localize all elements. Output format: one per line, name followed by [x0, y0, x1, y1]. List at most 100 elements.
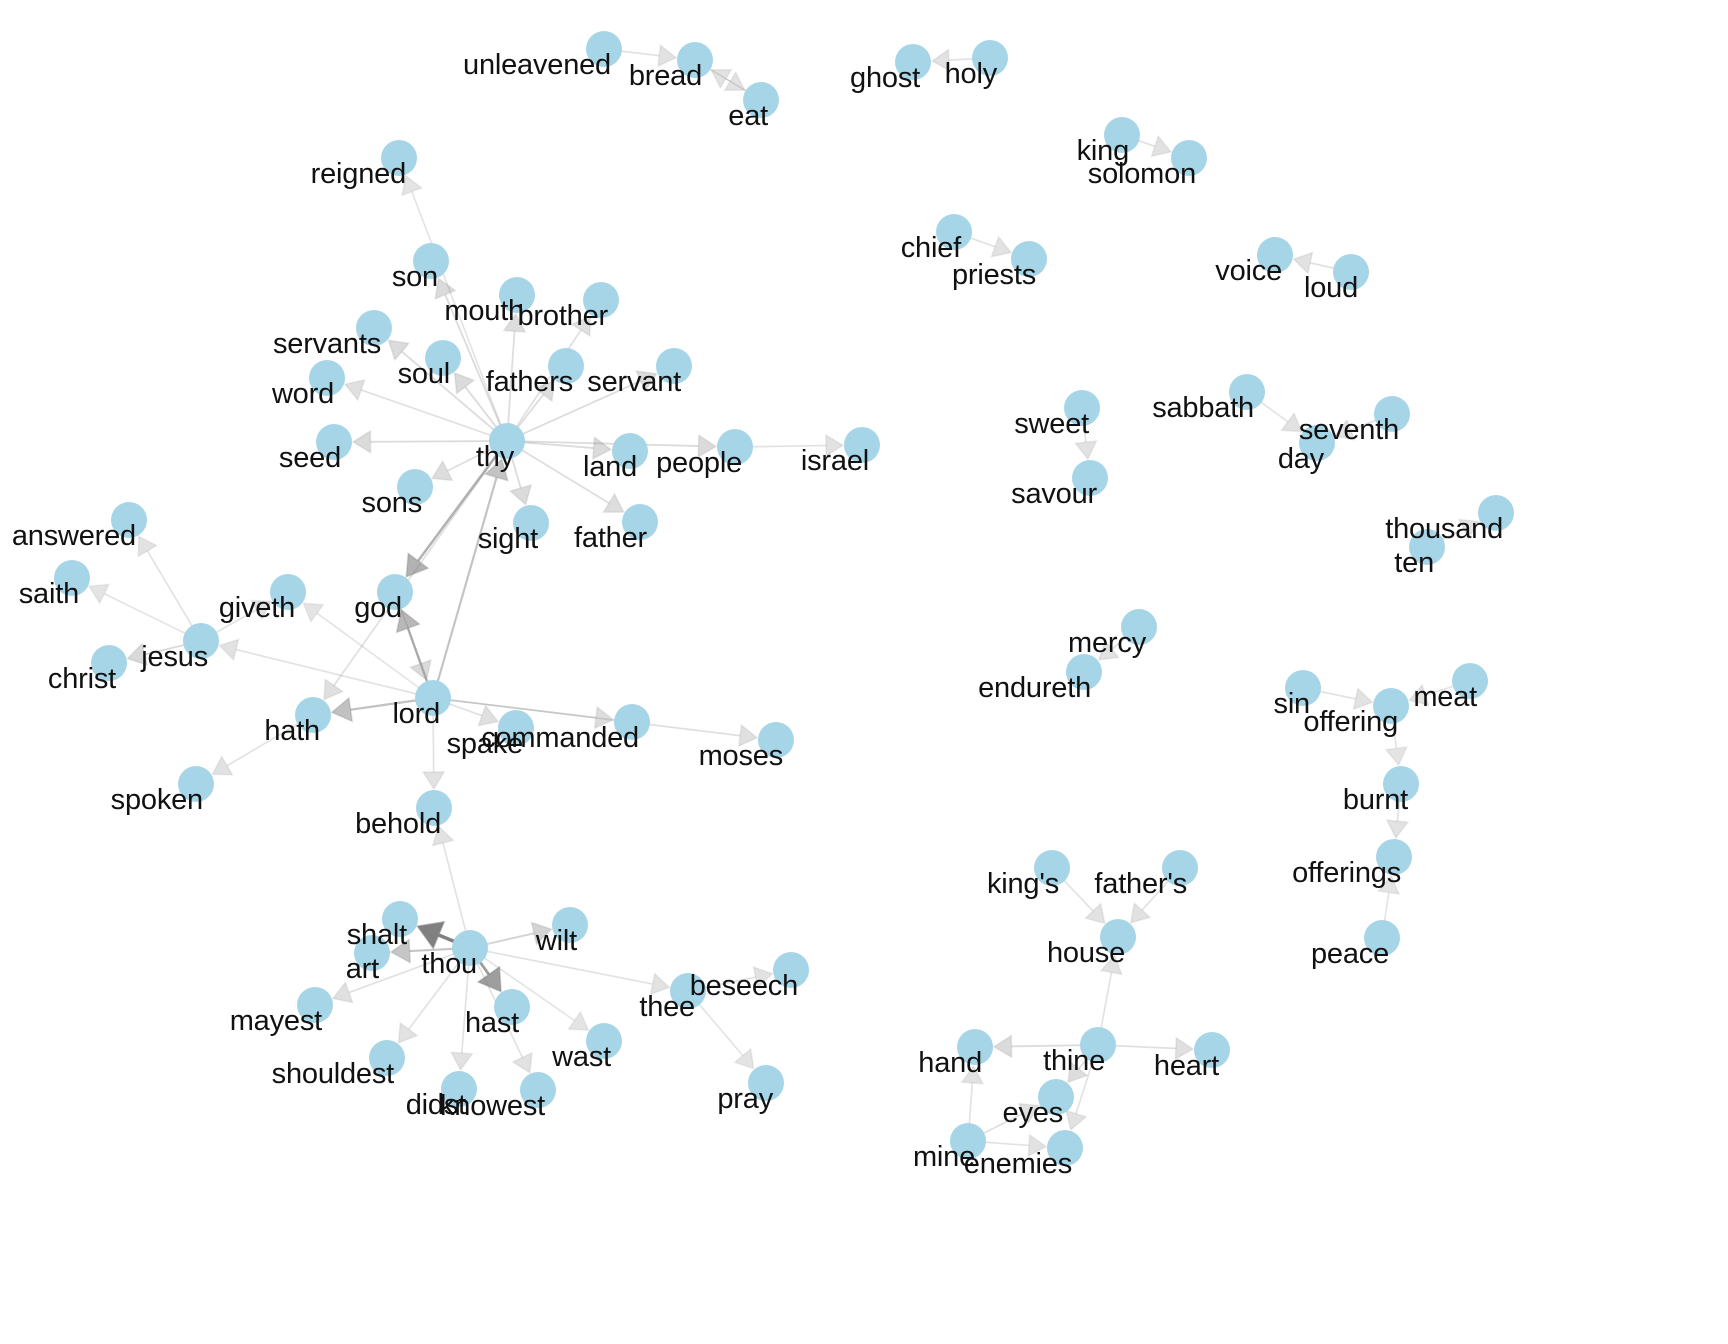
- graph-node-lord[interactable]: [415, 680, 451, 716]
- graph-node-meat[interactable]: [1452, 663, 1488, 699]
- graph-edge: [431, 477, 498, 699]
- graph-node-mine[interactable]: [950, 1123, 986, 1159]
- graph-node-art[interactable]: [354, 935, 390, 971]
- graph-node-father[interactable]: [622, 504, 658, 540]
- graph-node-sight[interactable]: [513, 505, 549, 541]
- graph-node-hath[interactable]: [295, 697, 331, 733]
- graph-node-sabbath[interactable]: [1229, 374, 1265, 410]
- graph-node-priests[interactable]: [1011, 241, 1047, 277]
- graph-node-servants[interactable]: [356, 310, 392, 346]
- graph-edge-arrowhead: [477, 704, 500, 727]
- graph-edge-arrowhead: [992, 1034, 1013, 1059]
- graph-edge-arrowhead: [331, 980, 354, 1004]
- graph-node-thou[interactable]: [452, 930, 488, 966]
- graph-node-enemies[interactable]: [1047, 1130, 1083, 1166]
- graph-node-jesus[interactable]: [183, 623, 219, 659]
- graph-node-ten[interactable]: [1409, 529, 1445, 565]
- graph-node-heart[interactable]: [1194, 1032, 1230, 1068]
- graph-node-mouth[interactable]: [499, 277, 535, 313]
- graph-node-thousand[interactable]: [1478, 495, 1514, 531]
- graph-node-savour[interactable]: [1072, 460, 1108, 496]
- graph-node-eat[interactable]: [743, 82, 779, 118]
- graph-node-servant[interactable]: [656, 348, 692, 384]
- graph-edge-arrowhead: [591, 435, 613, 461]
- graph-node-offering[interactable]: [1373, 688, 1409, 724]
- graph-node-thine[interactable]: [1080, 1027, 1116, 1063]
- graph-edge-arrowhead: [1064, 1109, 1088, 1132]
- graph-node-sons[interactable]: [397, 469, 433, 505]
- graph-node-mayest[interactable]: [297, 987, 333, 1023]
- graph-node-ghost[interactable]: [895, 44, 931, 80]
- graph-node-answered[interactable]: [111, 502, 147, 538]
- graph-node-unleavened[interactable]: [586, 31, 622, 67]
- graph-edge-arrowhead: [389, 938, 412, 965]
- graph-node-sin[interactable]: [1285, 670, 1321, 706]
- graph-node-peace[interactable]: [1364, 920, 1400, 956]
- graph-node-god[interactable]: [377, 574, 413, 610]
- graph-node-saith[interactable]: [54, 560, 90, 596]
- graph-node-reigned[interactable]: [381, 140, 417, 176]
- graph-node-endureth[interactable]: [1066, 654, 1102, 690]
- graph-node-seventh[interactable]: [1374, 396, 1410, 432]
- graph-node-spake[interactable]: [498, 710, 534, 746]
- nodes-layer: [54, 31, 1514, 1166]
- graph-node-king-s[interactable]: [1034, 850, 1070, 886]
- graph-edge-arrowhead: [567, 1010, 590, 1032]
- graph-node-thy[interactable]: [489, 423, 525, 459]
- graph-node-land[interactable]: [612, 433, 648, 469]
- network-graph-canvas: unleavened bread eat ghost holy king solomon re…: [0, 0, 1728, 1344]
- graph-node-burnt[interactable]: [1383, 766, 1419, 802]
- graph-edge-arrowhead: [1073, 439, 1098, 461]
- graph-node-commanded[interactable]: [614, 704, 650, 740]
- graph-node-bread[interactable]: [677, 42, 713, 78]
- graph-edge-arrowhead: [533, 379, 556, 403]
- graph-node-behold[interactable]: [416, 790, 452, 826]
- graph-node-israel[interactable]: [844, 427, 880, 463]
- graph-node-sweet[interactable]: [1064, 390, 1100, 426]
- graph-node-voice[interactable]: [1257, 237, 1293, 273]
- graph-edge-arrowhead: [1174, 1036, 1195, 1061]
- graph-edge-arrowhead: [1129, 901, 1152, 924]
- graph-node-moses[interactable]: [758, 722, 794, 758]
- graph-node-chief[interactable]: [936, 214, 972, 250]
- graph-node-pray[interactable]: [748, 1065, 784, 1101]
- graph-node-day[interactable]: [1299, 425, 1335, 461]
- graph-node-hast[interactable]: [494, 989, 530, 1025]
- graph-node-eyes[interactable]: [1038, 1079, 1074, 1115]
- graph-node-soul[interactable]: [425, 340, 461, 376]
- graph-node-king[interactable]: [1104, 117, 1140, 153]
- graph-node-brother[interactable]: [583, 282, 619, 318]
- graph-node-knowest[interactable]: [520, 1072, 556, 1108]
- graph-node-fathers[interactable]: [548, 348, 584, 384]
- graph-node-christ[interactable]: [91, 645, 127, 681]
- graph-node-thee[interactable]: [670, 973, 706, 1009]
- graph-node-solomon[interactable]: [1171, 140, 1207, 176]
- graph-node-offerings[interactable]: [1376, 839, 1412, 875]
- graph-node-loud[interactable]: [1333, 254, 1369, 290]
- graph-node-word[interactable]: [309, 360, 345, 396]
- graph-node-shouldest[interactable]: [369, 1040, 405, 1076]
- graph-node-didst[interactable]: [441, 1071, 477, 1107]
- graph-edge-arrowhead: [1066, 1060, 1089, 1084]
- graph-node-beseech[interactable]: [773, 952, 809, 988]
- graph-node-giveth[interactable]: [270, 574, 306, 610]
- graph-node-seed[interactable]: [316, 424, 352, 460]
- graph-node-mercy[interactable]: [1121, 609, 1157, 645]
- graph-node-wilt[interactable]: [552, 907, 588, 943]
- graph-edge-arrowhead: [649, 972, 671, 996]
- graph-node-father-s[interactable]: [1162, 850, 1198, 886]
- graph-edge-arrowhead: [960, 1064, 985, 1085]
- graph-edge-arrowhead: [137, 535, 159, 558]
- graph-node-hand[interactable]: [957, 1029, 993, 1065]
- graph-node-shalt[interactable]: [382, 901, 418, 937]
- graph-edge: [411, 191, 508, 442]
- graph-node-holy[interactable]: [972, 40, 1008, 76]
- graph-node-people[interactable]: [717, 429, 753, 465]
- graph-node-son[interactable]: [413, 243, 449, 279]
- graph-node-spoken[interactable]: [178, 766, 214, 802]
- graph-edge-arrowhead: [1099, 954, 1124, 976]
- graph-node-house[interactable]: [1100, 919, 1136, 955]
- graph-edge-arrowhead: [217, 638, 240, 662]
- graph-node-wast[interactable]: [586, 1023, 622, 1059]
- graph-edge-arrowhead: [530, 921, 553, 946]
